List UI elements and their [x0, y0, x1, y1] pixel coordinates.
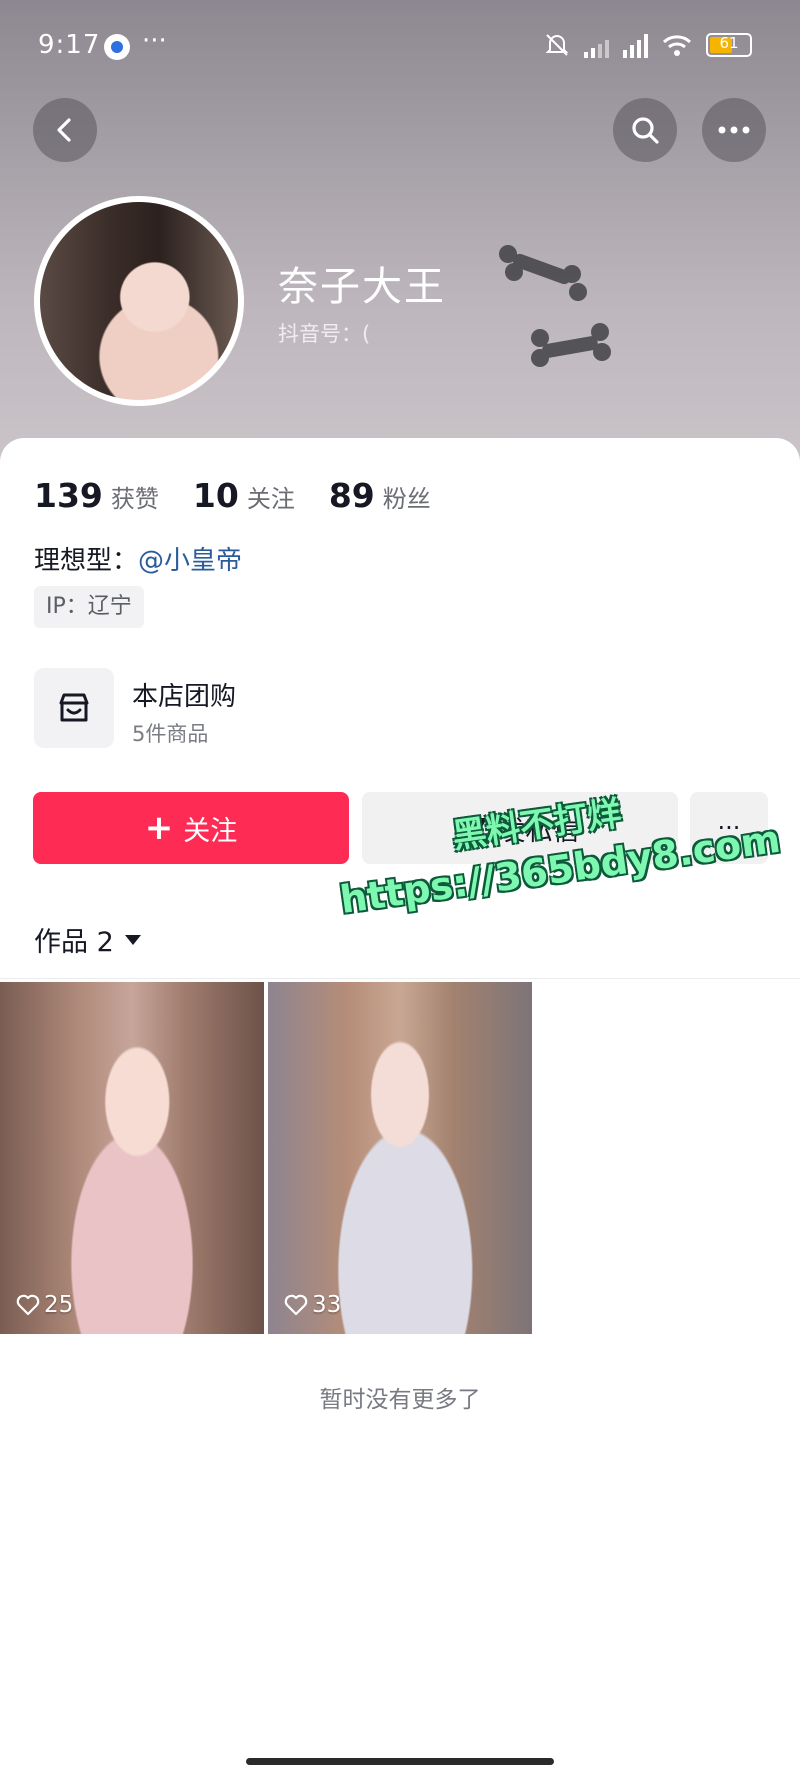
shop-subtitle: 5件商品 [132, 722, 209, 746]
bio-mention-link[interactable]: @小皇帝 [138, 546, 242, 576]
video-thumbnail[interactable]: 33 [268, 982, 532, 1334]
more-horizontal-icon [718, 126, 750, 134]
wifi-icon [662, 35, 692, 56]
signal-hd-icon [623, 32, 648, 58]
profile-nickname: 奈子大王 [278, 264, 446, 310]
no-more-content: 暂时没有更多了 [319, 1387, 481, 1413]
battery-icon: 61 [706, 33, 752, 57]
like-count: 33 [284, 1292, 341, 1318]
profile-bio: 理想型：@小皇帝 [34, 540, 242, 577]
more-button[interactable] [702, 98, 766, 162]
back-button[interactable] [33, 98, 97, 162]
heart-outline-icon [284, 1294, 308, 1316]
search-button[interactable] [613, 98, 677, 162]
store-icon [59, 693, 89, 722]
tab-divider [0, 978, 800, 979]
chevron-left-icon [57, 118, 71, 142]
tab-works[interactable]: 作品 2 [34, 920, 142, 959]
like-count-value: 33 [312, 1292, 342, 1318]
heart-outline-icon [16, 1294, 40, 1316]
avatar-image [40, 202, 238, 400]
bone-decoration-icon [499, 245, 611, 367]
ip-location-tag: IP：辽宁 [34, 586, 144, 628]
follow-button[interactable]: + 关注 [33, 792, 349, 864]
bio-prefix: 理想型： [34, 546, 139, 576]
stat-followers[interactable]: 89 粉丝 [329, 476, 431, 515]
shop-entry[interactable] [34, 668, 114, 748]
signal-icon [584, 32, 609, 58]
home-indicator[interactable] [246, 1758, 554, 1765]
like-count: 25 [16, 1292, 73, 1318]
status-time: 9:17 [38, 30, 101, 60]
douyin-id[interactable]: 抖音号：( [278, 318, 370, 348]
like-count-value: 25 [44, 1292, 74, 1318]
status-icons: 61 [544, 32, 752, 58]
status-more: ··· [142, 26, 167, 56]
search-icon [632, 117, 659, 144]
avatar[interactable] [34, 196, 244, 406]
shop-title[interactable]: 本店团购 [132, 676, 236, 713]
plus-icon: + [144, 808, 174, 848]
battery-level: 61 [719, 34, 739, 52]
mute-bell-icon [545, 34, 569, 56]
stat-following[interactable]: 10 关注 [193, 476, 295, 515]
caret-down-icon [124, 934, 141, 945]
status-bar: 9:17 ··· 61 [0, 24, 800, 72]
app-notification-icon [104, 34, 130, 60]
profile-stats: 139 获赞 10 关注 89 粉丝 [34, 476, 465, 515]
stat-likes[interactable]: 139 获赞 [34, 476, 159, 515]
video-thumbnail[interactable]: 25 [0, 982, 264, 1334]
follow-label: 关注 [183, 815, 238, 847]
works-tab-label: 作品 2 [34, 927, 114, 958]
